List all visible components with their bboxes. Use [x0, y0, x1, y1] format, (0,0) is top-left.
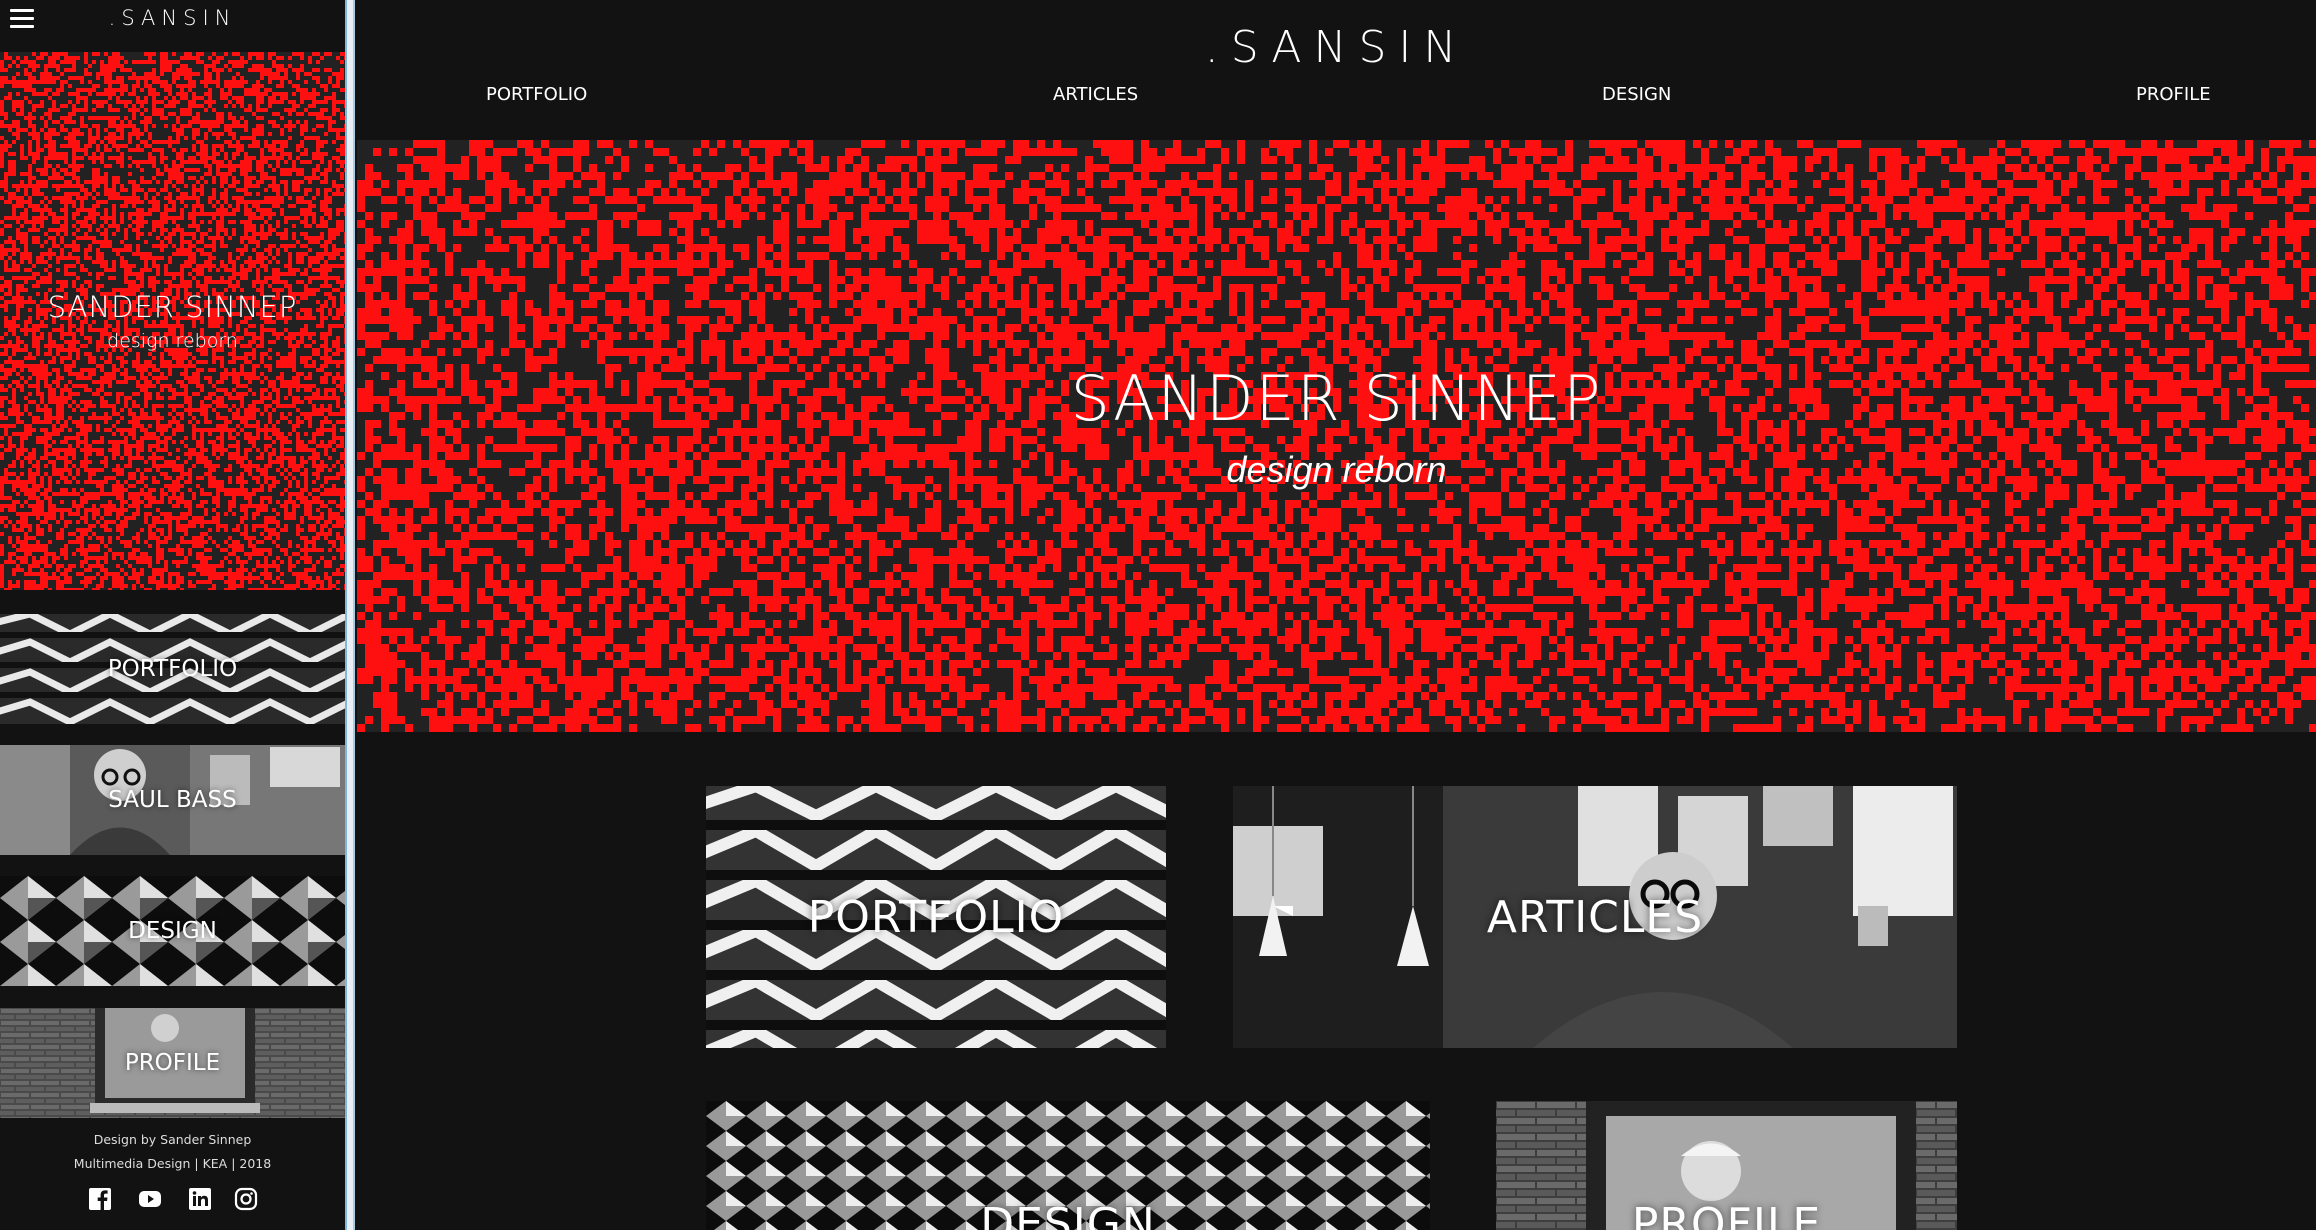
sidebar-footer: Design by Sander Sinnep Multimedia Desig…: [0, 1128, 345, 1176]
sidebar-tile-label: PROFILE: [124, 1050, 221, 1076]
hero-banner: SANDER SINNEP design reborn: [357, 140, 2316, 732]
sidebar-hero-subtitle: design reborn: [107, 330, 238, 352]
hero-title: SANDER SINNEP: [1070, 361, 1603, 435]
social-links: [0, 1187, 345, 1211]
card-profile[interactable]: PROFILE: [1496, 1101, 1957, 1230]
nav-design[interactable]: DESIGN: [1602, 84, 1671, 105]
sidebar-tile-design[interactable]: DESIGN: [0, 876, 345, 986]
sidebar-scrollbar[interactable]: [345, 0, 355, 1230]
nav-articles[interactable]: ARTICLES: [1053, 84, 1138, 105]
youtube-icon[interactable]: [134, 1187, 166, 1211]
card-label: PORTFOLIO: [807, 891, 1065, 943]
facebook-icon[interactable]: [88, 1187, 112, 1211]
site-logo[interactable]: .SANSIN: [357, 22, 2316, 73]
nav-portfolio[interactable]: PORTFOLIO: [486, 84, 587, 105]
instagram-icon[interactable]: [234, 1187, 258, 1211]
footer-credit: Design by Sander Sinnep: [93, 1132, 252, 1147]
sidebar-hero-title: SANDER SINNEP: [47, 290, 298, 324]
sidebar-tile-label: SAUL BASS: [108, 787, 237, 813]
card-label: ARTICLES: [1486, 891, 1704, 943]
card-design[interactable]: DESIGN: [706, 1101, 1430, 1230]
sidebar-tile-portfolio[interactable]: PORTFOLIO: [0, 614, 345, 724]
sidebar-tile-saul-bass[interactable]: SAUL BASS: [0, 745, 345, 855]
footer-program: Multimedia Design | KEA | 2018: [73, 1156, 272, 1171]
linkedin-icon[interactable]: [188, 1187, 212, 1211]
main-content: .SANSIN PORTFOLIO ARTICLES DESIGN PROFIL…: [357, 0, 2316, 1230]
card-label: DESIGN: [980, 1199, 1156, 1230]
sidebar-tile-label: DESIGN: [128, 918, 217, 944]
card-label: PROFILE: [1631, 1199, 1822, 1230]
sidebar: .SANSIN SANDER SINNEP design reborn PORT…: [0, 0, 345, 1230]
card-portfolio[interactable]: PORTFOLIO: [706, 786, 1166, 1048]
sidebar-hero: SANDER SINNEP design reborn: [0, 52, 345, 592]
nav-profile[interactable]: PROFILE: [2136, 84, 2211, 105]
card-articles[interactable]: ARTICLES: [1233, 786, 1957, 1048]
hero-subtitle: design reborn: [1226, 448, 1447, 490]
sidebar-tile-profile[interactable]: PROFILE: [0, 1008, 345, 1118]
sidebar-logo[interactable]: .SANSIN: [0, 6, 345, 30]
sidebar-tile-label: PORTFOLIO: [107, 656, 238, 682]
